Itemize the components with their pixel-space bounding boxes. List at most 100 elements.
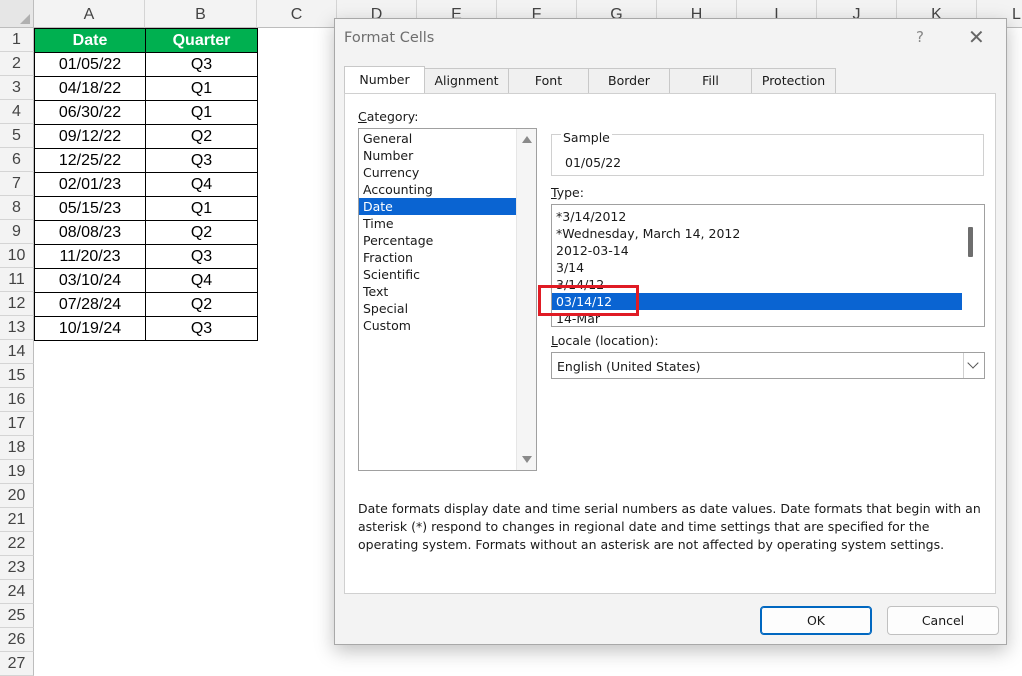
- row-header-8[interactable]: 8: [0, 196, 34, 220]
- category-item-currency[interactable]: Currency: [359, 164, 516, 181]
- tab-protection[interactable]: Protection: [751, 68, 836, 93]
- column-header-b[interactable]: B: [145, 0, 257, 28]
- quarter-cell[interactable]: Q3: [145, 52, 258, 77]
- row-header-9[interactable]: 9: [0, 220, 34, 244]
- category-item-accounting[interactable]: Accounting: [359, 181, 516, 198]
- row-header-11[interactable]: 11: [0, 268, 34, 292]
- category-listbox[interactable]: General Number Currency Accounting Date Time P…: [358, 128, 537, 471]
- type-item[interactable]: 3/14: [552, 259, 962, 276]
- category-item-scientific[interactable]: Scientific: [359, 266, 516, 283]
- tab-alignment[interactable]: Alignment: [424, 68, 509, 93]
- row-header-21[interactable]: 21: [0, 508, 34, 532]
- date-cell[interactable]: 12/25/22: [34, 148, 146, 173]
- type-item[interactable]: 14-Mar: [552, 310, 962, 326]
- type-item[interactable]: 2012-03-14: [552, 242, 962, 259]
- quarter-cell[interactable]: Q2: [145, 220, 258, 245]
- row-header-16[interactable]: 16: [0, 388, 34, 412]
- help-button[interactable]: ?: [916, 28, 924, 46]
- category-item-custom[interactable]: Custom: [359, 317, 516, 334]
- row-header-10[interactable]: 10: [0, 244, 34, 268]
- row-header-27[interactable]: 27: [0, 652, 34, 676]
- row-header-17[interactable]: 17: [0, 412, 34, 436]
- row-header-20[interactable]: 20: [0, 484, 34, 508]
- type-item[interactable]: *3/14/2012: [552, 208, 962, 225]
- row-header-6[interactable]: 6: [0, 148, 34, 172]
- row-header-5[interactable]: 5: [0, 124, 34, 148]
- date-cell[interactable]: 03/10/24: [34, 268, 146, 293]
- type-item[interactable]: 03/14/12: [552, 293, 962, 310]
- date-cell[interactable]: 06/30/22: [34, 100, 146, 125]
- type-label: Type:: [551, 185, 584, 200]
- row-header-4[interactable]: 4: [0, 100, 34, 124]
- row-header-12[interactable]: 12: [0, 292, 34, 316]
- type-listbox[interactable]: *3/14/2012 *Wednesday, March 14, 2012 2012…: [551, 204, 985, 327]
- ok-button[interactable]: OK: [760, 606, 872, 635]
- row-header-2[interactable]: 2: [0, 52, 34, 76]
- category-item-percentage[interactable]: Percentage: [359, 232, 516, 249]
- tab-border[interactable]: Border: [588, 68, 670, 93]
- quarter-cell[interactable]: Q3: [145, 316, 258, 341]
- scroll-up-arrow-icon[interactable]: [522, 136, 532, 143]
- close-icon[interactable]: ✕: [968, 25, 985, 49]
- category-item-text[interactable]: Text: [359, 283, 516, 300]
- date-cell[interactable]: 04/18/22: [34, 76, 146, 101]
- date-cell[interactable]: 02/01/23: [34, 172, 146, 197]
- tab-font[interactable]: Font: [508, 68, 589, 93]
- category-item-special[interactable]: Special: [359, 300, 516, 317]
- locale-select[interactable]: English (United States): [551, 352, 985, 379]
- quarter-cell[interactable]: Q4: [145, 268, 258, 293]
- date-cell[interactable]: 07/28/24: [34, 292, 146, 317]
- category-item-date[interactable]: Date: [359, 198, 516, 215]
- quarter-cell[interactable]: Q1: [145, 196, 258, 221]
- type-scrollbar[interactable]: [962, 205, 984, 326]
- quarter-cell[interactable]: Q1: [145, 76, 258, 101]
- date-cell[interactable]: 11/20/23: [34, 244, 146, 269]
- date-cell[interactable]: 09/12/22: [34, 124, 146, 149]
- scroll-down-arrow-icon[interactable]: [522, 456, 532, 463]
- date-cell[interactable]: 08/08/23: [34, 220, 146, 245]
- category-scrollbar[interactable]: [516, 129, 536, 470]
- type-scroll-thumb[interactable]: [968, 227, 973, 257]
- category-item-fraction[interactable]: Fraction: [359, 249, 516, 266]
- locale-dropdown-button[interactable]: [963, 353, 984, 378]
- row-header-13[interactable]: 13: [0, 316, 34, 340]
- category-item-number[interactable]: Number: [359, 147, 516, 164]
- category-item-general[interactable]: General: [359, 130, 516, 147]
- column-header-a[interactable]: A: [34, 0, 145, 28]
- table-row: 06/30/22 Q1: [34, 100, 258, 125]
- quarter-cell[interactable]: Q1: [145, 100, 258, 125]
- quarter-cell[interactable]: Q3: [145, 244, 258, 269]
- row-header-25[interactable]: 25: [0, 604, 34, 628]
- locale-value: English (United States): [557, 359, 701, 374]
- row-header-22[interactable]: 22: [0, 532, 34, 556]
- column-header-c[interactable]: C: [257, 0, 337, 28]
- row-header-26[interactable]: 26: [0, 628, 34, 652]
- type-item[interactable]: 3/14/12: [552, 276, 962, 293]
- tab-number[interactable]: Number: [344, 66, 425, 93]
- select-all-corner[interactable]: [0, 0, 34, 28]
- cancel-button[interactable]: Cancel: [887, 606, 999, 635]
- date-cell[interactable]: 05/15/23: [34, 196, 146, 221]
- row-header-7[interactable]: 7: [0, 172, 34, 196]
- category-item-time[interactable]: Time: [359, 215, 516, 232]
- row-headers: 1 2 3 4 5 6 7 8 9 10 11 12 13 14 15 16 17 18 19 20 21 22 23 24 2…: [0, 28, 34, 676]
- quarter-cell[interactable]: Q4: [145, 172, 258, 197]
- row-header-15[interactable]: 15: [0, 364, 34, 388]
- row-header-1[interactable]: 1: [0, 28, 34, 52]
- row-header-14[interactable]: 14: [0, 340, 34, 364]
- header-date[interactable]: Date: [34, 28, 146, 53]
- row-header-24[interactable]: 24: [0, 580, 34, 604]
- sample-value: 01/05/22: [565, 155, 622, 170]
- header-quarter[interactable]: Quarter: [145, 28, 258, 53]
- date-cell[interactable]: 10/19/24: [34, 316, 146, 341]
- type-item[interactable]: *Wednesday, March 14, 2012: [552, 225, 962, 242]
- row-header-3[interactable]: 3: [0, 76, 34, 100]
- date-cell[interactable]: 01/05/22: [34, 52, 146, 77]
- quarter-cell[interactable]: Q2: [145, 292, 258, 317]
- quarter-cell[interactable]: Q3: [145, 148, 258, 173]
- tab-fill[interactable]: Fill: [669, 68, 752, 93]
- row-header-18[interactable]: 18: [0, 436, 34, 460]
- row-header-23[interactable]: 23: [0, 556, 34, 580]
- row-header-19[interactable]: 19: [0, 460, 34, 484]
- quarter-cell[interactable]: Q2: [145, 124, 258, 149]
